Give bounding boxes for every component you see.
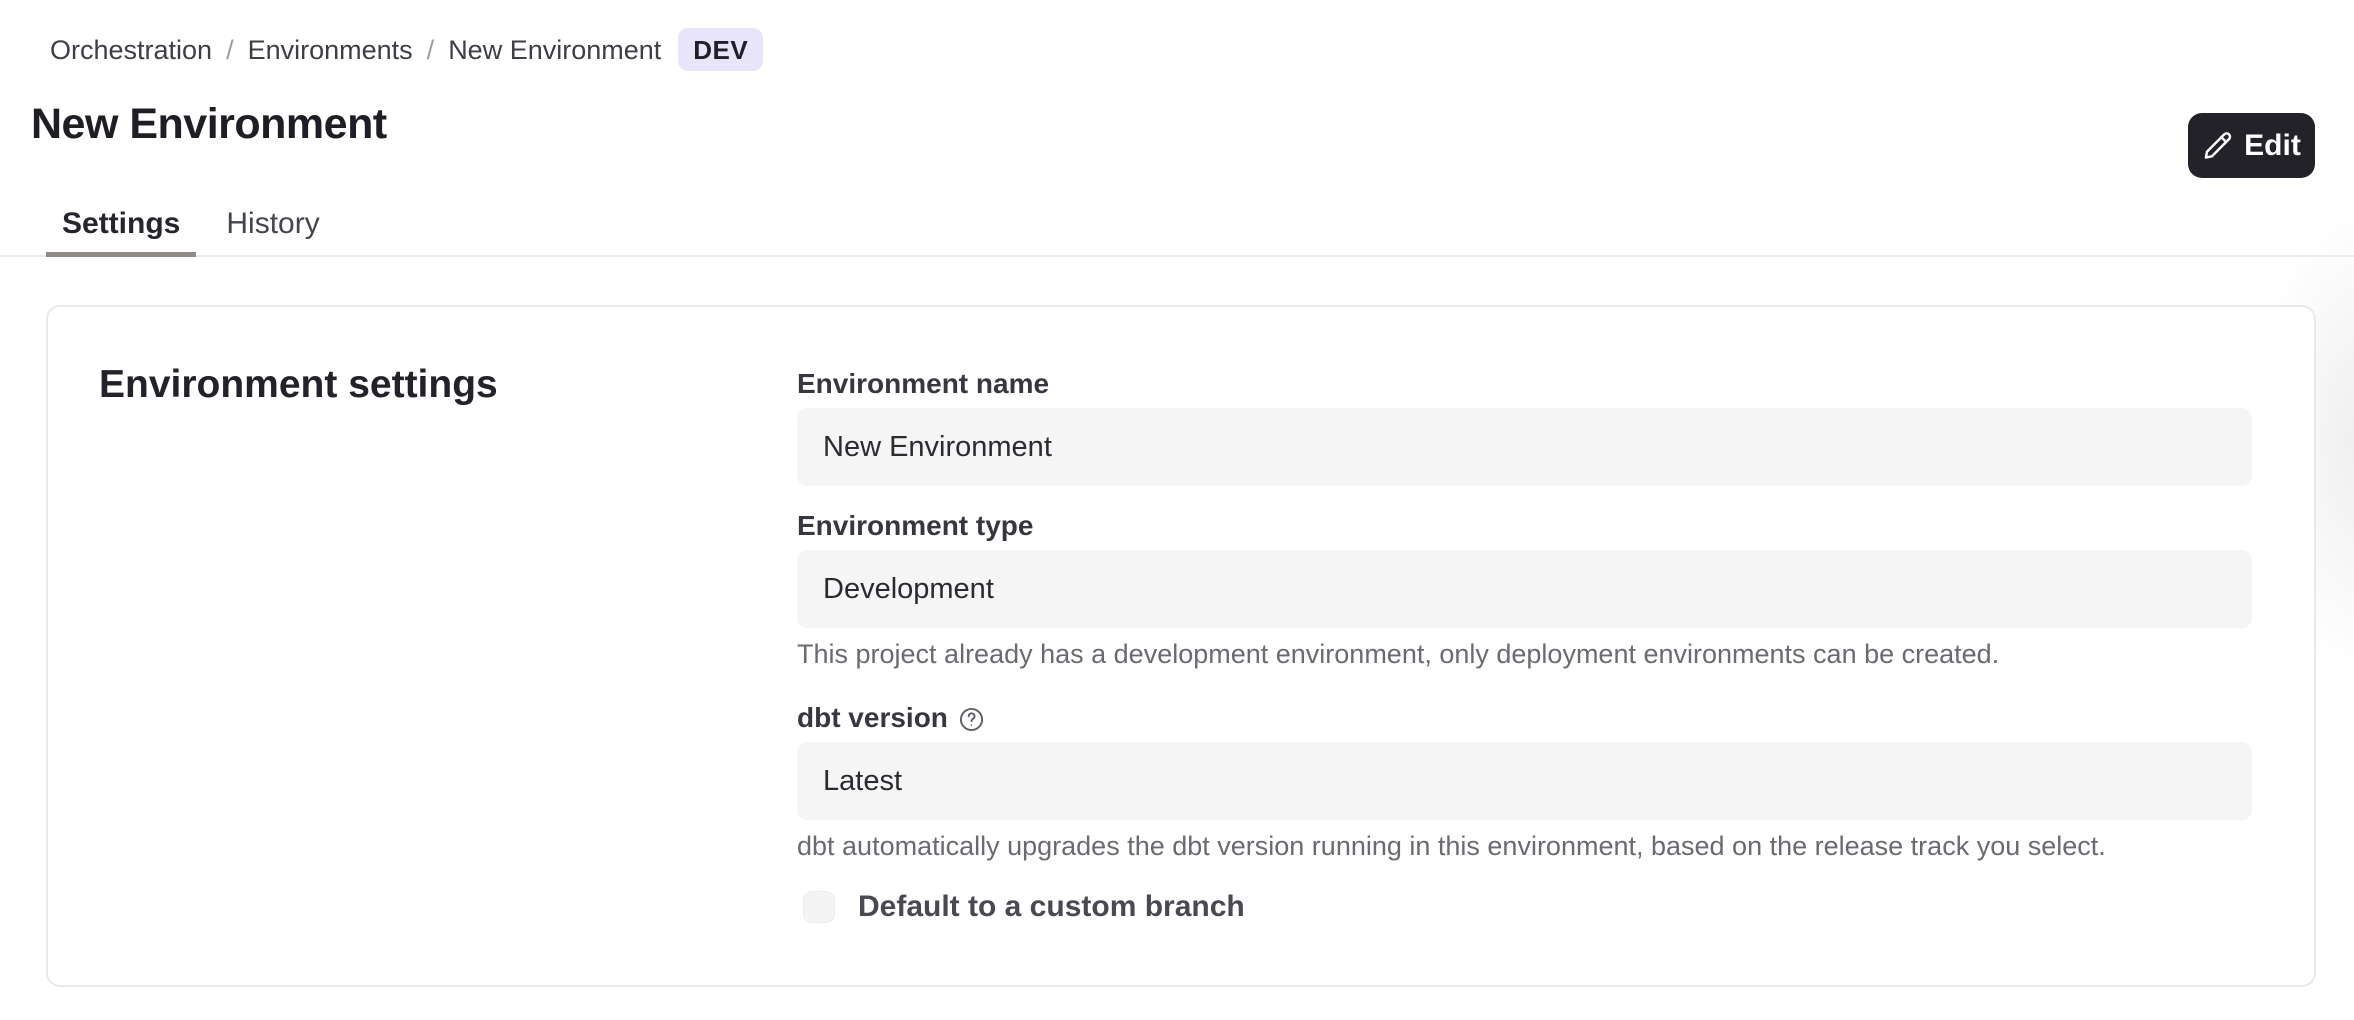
custom-branch-checkbox[interactable] [803,891,835,923]
breadcrumb-item-environments[interactable]: Environments [248,33,413,67]
breadcrumb-item-orchestration[interactable]: Orchestration [50,33,212,67]
environment-dev-badge: DEV [678,28,763,71]
custom-branch-checkbox-label[interactable]: Default to a custom branch [858,890,1245,924]
environment-settings-card: Environment settings Environment name Ne… [46,305,2316,987]
breadcrumb: Orchestration / Environments / New Envir… [50,28,763,71]
dbt-version-label: dbt version [797,701,948,735]
field-dbt-version: dbt version Latest dbt automatically upg… [797,701,2252,863]
edit-button-label: Edit [2244,129,2301,163]
field-environment-name: Environment name New Environment [797,367,2252,486]
tab-bar-divider [0,255,2354,257]
breadcrumb-separator: / [427,33,435,67]
tab-history[interactable]: History [210,196,335,257]
dbt-version-label-row: dbt version [797,701,2252,735]
dbt-version-helper-text: dbt automatically upgrades the dbt versi… [797,829,2252,863]
environment-type-helper-text: This project already has a development e… [797,637,2252,671]
field-environment-type: Environment type Development This projec… [797,509,2252,671]
environment-settings-form: Environment name New Environment Environ… [797,367,2252,924]
breadcrumb-item-new-environment[interactable]: New Environment [448,33,661,67]
environment-type-input[interactable]: Development [797,550,2252,628]
question-mark-circle-icon[interactable] [958,706,985,733]
tab-settings[interactable]: Settings [46,196,196,257]
tab-bar: Settings History [46,196,336,257]
environment-name-input[interactable]: New Environment [797,408,2252,486]
pencil-icon [2202,130,2233,161]
breadcrumb-separator: / [226,33,234,67]
dbt-version-input[interactable]: Latest [797,742,2252,820]
page-title: New Environment [31,100,387,149]
environment-type-label: Environment type [797,509,2252,543]
edit-button[interactable]: Edit [2188,113,2315,178]
environment-name-label: Environment name [797,367,2252,401]
card-heading: Environment settings [99,363,498,407]
custom-branch-row: Default to a custom branch [797,890,2252,924]
